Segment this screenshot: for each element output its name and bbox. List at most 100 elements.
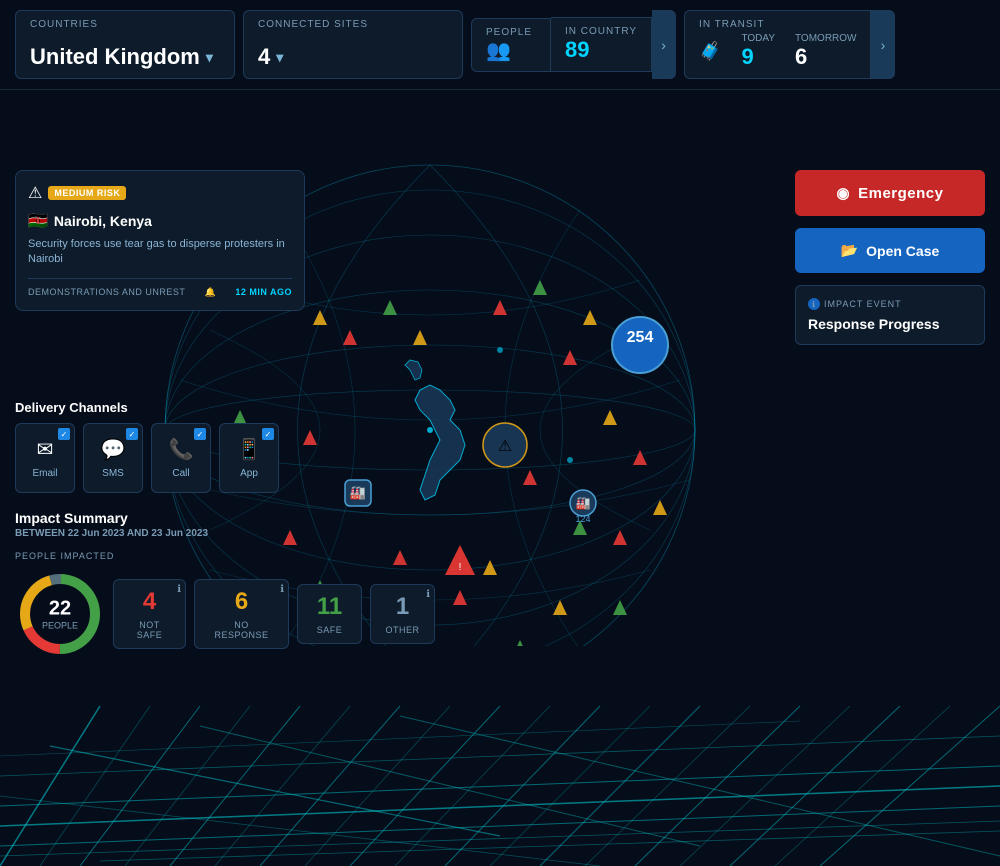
- impact-event-dot: ℹ: [808, 298, 820, 310]
- countries-dropdown-icon: ▾: [206, 49, 213, 66]
- other-info-icon: ℹ: [426, 589, 430, 600]
- other-label: OTHER: [383, 625, 422, 635]
- countries-label: COUNTRIES: [30, 19, 220, 30]
- alert-description: Security forces use tear gas to disperse…: [28, 237, 292, 268]
- people-card: PEOPLE 👥 IN COUNTRY 89 ›: [471, 10, 676, 79]
- app-icon: 📱: [237, 437, 262, 462]
- tomorrow-label: TOMORROW: [795, 33, 856, 44]
- people-impacted-label: PEOPLE IMPACTED: [15, 551, 435, 561]
- connected-sites-value-container: 4 ▾: [258, 44, 448, 70]
- app-channel[interactable]: ✓ 📱 App: [219, 423, 279, 493]
- emergency-button[interactable]: ◉ Emergency: [795, 170, 985, 216]
- tomorrow-sub: TOMORROW 6: [795, 33, 856, 70]
- street-map: [0, 646, 1000, 866]
- safe-value: 11: [310, 593, 349, 621]
- alert-risk: ⚠ MEDIUM RISK: [28, 183, 292, 203]
- svg-text:124: 124: [575, 514, 590, 524]
- impact-event-label: IMPACT EVENT: [824, 299, 902, 309]
- countries-value: United Kingdom: [30, 44, 200, 70]
- safe-label: SAFE: [310, 625, 349, 635]
- svg-text:!: !: [459, 562, 462, 573]
- not-safe-stat: ℹ 4 NOT SAFE: [113, 579, 186, 649]
- people-section: PEOPLE 👥: [471, 18, 551, 72]
- call-label: Call: [172, 468, 189, 479]
- open-case-button[interactable]: 📂 Open Case: [795, 228, 985, 273]
- connected-sites-dropdown-icon: ▾: [276, 49, 283, 66]
- impact-stats: 22 PEOPLE ℹ 4 NOT SAFE ℹ 6 NO RESPONSE 1…: [15, 569, 435, 659]
- transit-icon: 🧳: [699, 41, 721, 62]
- intransit-label: IN TRANSIT: [699, 19, 856, 30]
- donut-label: PEOPLE: [42, 621, 78, 631]
- risk-badge: MEDIUM RISK: [48, 186, 126, 200]
- transit-chevron-button[interactable]: ›: [871, 10, 895, 79]
- street-map-svg: [0, 646, 1000, 866]
- donut-number: 22: [42, 598, 78, 621]
- today-label: TODAY: [741, 33, 775, 44]
- transit-inner: 🧳 TODAY 9 TOMORROW 6: [699, 33, 856, 70]
- alert-time: 12 MIN AGO: [235, 287, 292, 297]
- alert-location: 🇰🇪 Nairobi, Kenya: [28, 211, 292, 231]
- transit-card: IN TRANSIT 🧳 TODAY 9 TOMORROW 6: [684, 10, 871, 79]
- sms-icon: 💬: [101, 437, 126, 462]
- delivery-title: Delivery Channels: [15, 400, 279, 415]
- email-label: Email: [32, 468, 57, 479]
- email-icon: ✉: [37, 437, 54, 462]
- email-check: ✓: [58, 428, 70, 440]
- delivery-section: Delivery Channels ✓ ✉ Email ✓ 💬 SMS ✓ 📞 …: [15, 400, 279, 493]
- impact-event-badge: ℹ IMPACT EVENT: [808, 298, 972, 310]
- other-value: 1: [383, 593, 422, 621]
- impact-title: Impact Summary: [15, 510, 435, 526]
- alert-icon: 🔔: [204, 287, 216, 298]
- alert-card: ⚠ MEDIUM RISK 🇰🇪 Nairobi, Kenya Security…: [15, 170, 305, 311]
- people-chevron-button[interactable]: ›: [652, 10, 676, 79]
- app-check: ✓: [262, 428, 274, 440]
- svg-text:🏭: 🏭: [350, 485, 366, 500]
- connected-sites-label: CONNECTED SITES: [258, 19, 448, 30]
- other-stat: ℹ 1 OTHER: [370, 584, 435, 644]
- email-channel[interactable]: ✓ ✉ Email: [15, 423, 75, 493]
- countries-card[interactable]: COUNTRIES United Kingdom ▾: [15, 10, 235, 79]
- open-case-label: Open Case: [866, 243, 939, 259]
- transit-wrapper: IN TRANSIT 🧳 TODAY 9 TOMORROW 6 ›: [684, 10, 895, 79]
- no-response-info-icon: ℹ: [280, 584, 284, 595]
- donut-center: 22 PEOPLE: [42, 598, 78, 631]
- alert-location-text: Nairobi, Kenya: [54, 213, 152, 229]
- response-card: ℹ IMPACT EVENT Response Progress: [795, 285, 985, 345]
- sms-channel[interactable]: ✓ 💬 SMS: [83, 423, 143, 493]
- app-label: App: [240, 468, 258, 479]
- right-panel: ◉ Emergency 📂 Open Case ℹ IMPACT EVENT R…: [795, 170, 985, 345]
- delivery-channels: ✓ ✉ Email ✓ 💬 SMS ✓ 📞 Call ✓ 📱 App: [15, 423, 279, 493]
- no-response-label: NO RESPONSE: [207, 620, 276, 640]
- connected-sites-value: 4: [258, 44, 270, 70]
- people-label: PEOPLE: [486, 27, 536, 38]
- top-bar: COUNTRIES United Kingdom ▾ CONNECTED SIT…: [0, 0, 1000, 90]
- today-sub: TODAY 9: [741, 33, 775, 70]
- safe-stat: 11 SAFE: [297, 584, 362, 644]
- tomorrow-value: 6: [795, 44, 856, 70]
- incountry-label: IN COUNTRY: [565, 26, 637, 37]
- svg-text:254: 254: [627, 329, 654, 346]
- emergency-radio-icon: ◉: [837, 184, 851, 202]
- alert-footer: DEMONSTRATIONS AND UNREST 🔔 12 MIN AGO: [28, 278, 292, 298]
- main-content: 254 🏭 124 ! ⚠ 👤 ! 🏭 ⚠ MEDIUM RISK: [0, 90, 1000, 866]
- no-response-stat: ℹ 6 NO RESPONSE: [194, 579, 289, 649]
- warning-icon: ⚠: [28, 183, 42, 203]
- donut-chart: 22 PEOPLE: [15, 569, 105, 659]
- sms-check: ✓: [126, 428, 138, 440]
- folder-icon: 📂: [841, 242, 858, 259]
- call-icon: 📞: [169, 437, 194, 462]
- impact-section: Impact Summary BETWEEN 22 Jun 2023 AND 2…: [15, 510, 435, 659]
- countries-value-container: United Kingdom ▾: [30, 44, 220, 70]
- kenya-flag: 🇰🇪: [28, 211, 48, 231]
- response-progress-title: Response Progress: [808, 316, 972, 332]
- call-check: ✓: [194, 428, 206, 440]
- not-safe-value: 4: [126, 588, 173, 616]
- call-channel[interactable]: ✓ 📞 Call: [151, 423, 211, 493]
- impact-dates: BETWEEN 22 Jun 2023 AND 23 Jun 2023: [15, 528, 435, 539]
- sms-label: SMS: [102, 468, 124, 479]
- today-value: 9: [741, 44, 775, 70]
- connected-sites-card[interactable]: CONNECTED SITES 4 ▾: [243, 10, 463, 79]
- no-response-value: 6: [207, 588, 276, 616]
- alert-category: DEMONSTRATIONS AND UNREST: [28, 287, 185, 297]
- people-icon: 👥: [486, 38, 536, 63]
